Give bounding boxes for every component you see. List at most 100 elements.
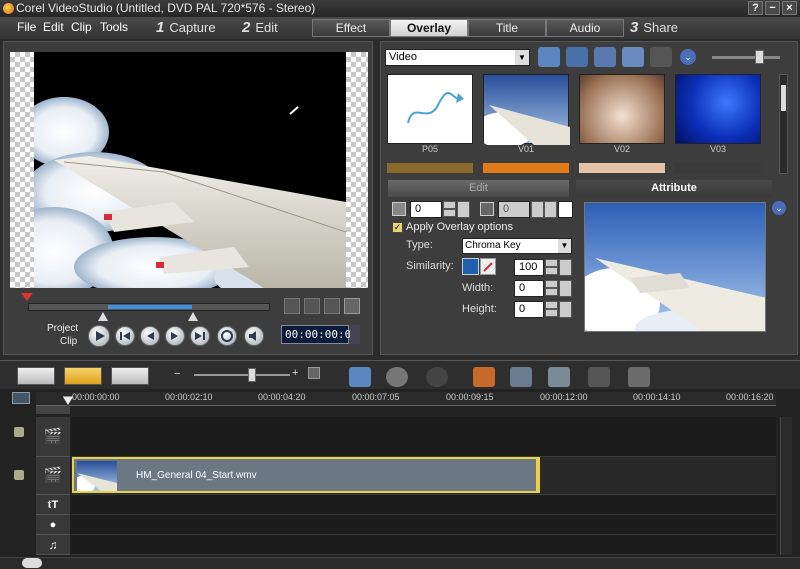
zoom-slider[interactable]	[194, 374, 290, 376]
border-width-input[interactable]: 0	[410, 201, 442, 218]
play-button[interactable]	[88, 325, 110, 347]
timecode-spinner[interactable]	[350, 325, 360, 344]
tab-title[interactable]: Title	[468, 19, 546, 37]
insert-media-icon[interactable]	[349, 367, 371, 387]
library-thumb-v03[interactable]	[675, 74, 761, 144]
end-icon[interactable]	[190, 326, 210, 346]
library-scroll-thumb[interactable]	[781, 85, 786, 111]
trim-start-handle[interactable]	[98, 312, 108, 321]
track-manager-icon[interactable]	[588, 367, 610, 387]
next-frame-icon[interactable]	[165, 326, 185, 346]
chapter-icon[interactable]	[628, 367, 650, 387]
transparency-spinner[interactable]	[531, 201, 544, 218]
overlay-track-icon[interactable]: 🎬	[36, 457, 70, 495]
smart-proxy-icon[interactable]	[473, 367, 495, 387]
redo-icon[interactable]	[426, 367, 448, 387]
mark-out-button[interactable]	[304, 298, 320, 314]
fit-project-icon[interactable]	[308, 367, 320, 379]
cut-clip-button[interactable]	[324, 298, 340, 314]
step-edit[interactable]: 2 Edit	[238, 18, 312, 38]
tab-edit-options[interactable]: Edit	[388, 180, 569, 197]
library-thumb-v02[interactable]	[579, 74, 665, 144]
library-scrollbar[interactable]	[779, 74, 788, 174]
tab-attribute-options[interactable]: Attribute	[576, 180, 772, 197]
similarity-input[interactable]: 100	[514, 259, 544, 276]
music-track-icon[interactable]: ♫	[36, 535, 70, 555]
similarity-step[interactable]	[559, 259, 572, 276]
similarity-down[interactable]	[545, 267, 558, 275]
border-width-up[interactable]	[443, 201, 456, 209]
project-label[interactable]: Project	[47, 323, 78, 334]
width-step[interactable]	[559, 280, 572, 297]
batch-convert-icon[interactable]	[510, 367, 532, 387]
multi-trim-icon[interactable]	[548, 367, 570, 387]
import-icon[interactable]	[566, 47, 588, 67]
volume-icon[interactable]	[244, 326, 264, 346]
key-color-swatch[interactable]	[462, 258, 479, 275]
options-expand-icon[interactable]: ⌄	[772, 201, 786, 215]
height-up[interactable]	[545, 301, 558, 309]
clip-label[interactable]: Clip	[60, 336, 77, 347]
similarity-up[interactable]	[545, 259, 558, 267]
overlay-clip[interactable]: HM_General 04_Start.wmv	[72, 457, 540, 493]
border-color-swatch[interactable]	[558, 201, 573, 218]
timecode-display[interactable]: 00:00:00:00	[281, 325, 358, 344]
undo-icon[interactable]	[386, 367, 408, 387]
tab-effect[interactable]: Effect	[312, 19, 390, 37]
transparency-input[interactable]: 0	[498, 201, 530, 218]
thumb-size-handle[interactable]	[755, 50, 764, 64]
repeat-icon[interactable]	[217, 326, 237, 346]
library-thumb-p05[interactable]	[387, 74, 473, 144]
close-button[interactable]: ×	[782, 1, 797, 15]
transparency-step[interactable]	[544, 201, 557, 218]
thumb-size-slider[interactable]	[712, 56, 780, 59]
home-icon[interactable]	[115, 326, 135, 346]
height-down[interactable]	[545, 309, 558, 317]
width-down[interactable]	[545, 288, 558, 296]
voice-track-icon[interactable]: ●	[36, 515, 70, 535]
capture-icon[interactable]	[622, 47, 644, 67]
folder-open-icon[interactable]	[538, 47, 560, 67]
timeline-vertical-scrollbar[interactable]	[780, 417, 792, 555]
timeline-horizontal-scrollbar[interactable]	[0, 557, 800, 569]
zoom-in-icon[interactable]: +	[292, 367, 304, 379]
timeline-view-button[interactable]	[64, 367, 102, 385]
video-track[interactable]	[71, 417, 776, 457]
overlay-track-lock-icon[interactable]	[14, 470, 24, 480]
help-button[interactable]: ?	[748, 1, 763, 15]
timeline-fit-icon[interactable]	[12, 392, 30, 404]
library-dropdown[interactable]: Video ▼	[385, 49, 530, 66]
mark-in-icon[interactable]	[20, 291, 34, 303]
menu-file[interactable]: File	[17, 20, 36, 34]
zoom-handle[interactable]	[248, 368, 256, 382]
video-track-lock-icon[interactable]	[14, 427, 24, 437]
previous-frame-icon[interactable]	[140, 326, 160, 346]
menu-tools[interactable]: Tools	[100, 20, 128, 34]
height-step[interactable]	[559, 301, 572, 318]
menu-edit[interactable]: Edit	[43, 20, 64, 34]
tab-overlay[interactable]: Overlay	[390, 19, 468, 37]
music-track[interactable]	[71, 535, 776, 555]
voice-track[interactable]	[71, 515, 776, 535]
step-capture[interactable]: 1 Capture	[152, 18, 234, 38]
title-track[interactable]	[71, 495, 776, 515]
apply-overlay-label[interactable]: Apply Overlay options	[406, 221, 513, 233]
border-width-down[interactable]	[443, 209, 456, 217]
add-track-icon[interactable]	[22, 558, 42, 568]
border-width-step[interactable]	[457, 201, 470, 218]
library-thumb-v01[interactable]	[474, 74, 570, 148]
trim-end-handle[interactable]	[188, 312, 198, 321]
enlarge-button[interactable]	[344, 298, 360, 314]
apply-overlay-checkbox[interactable]: ✓	[392, 222, 403, 233]
width-input[interactable]: 0	[514, 280, 544, 297]
zoom-out-icon[interactable]: −	[174, 368, 186, 380]
border-style-icon[interactable]	[392, 202, 406, 216]
expand-options-icon[interactable]: ⌄	[680, 49, 696, 65]
video-track-icon[interactable]: 🎬	[36, 417, 70, 457]
step-share[interactable]: 3 Share	[626, 18, 706, 38]
height-input[interactable]: 0	[514, 301, 544, 318]
title-track-icon[interactable]: tT	[36, 495, 70, 515]
minimize-button[interactable]: −	[765, 1, 780, 15]
audio-view-button[interactable]	[111, 367, 149, 385]
menu-clip[interactable]: Clip	[71, 20, 92, 34]
